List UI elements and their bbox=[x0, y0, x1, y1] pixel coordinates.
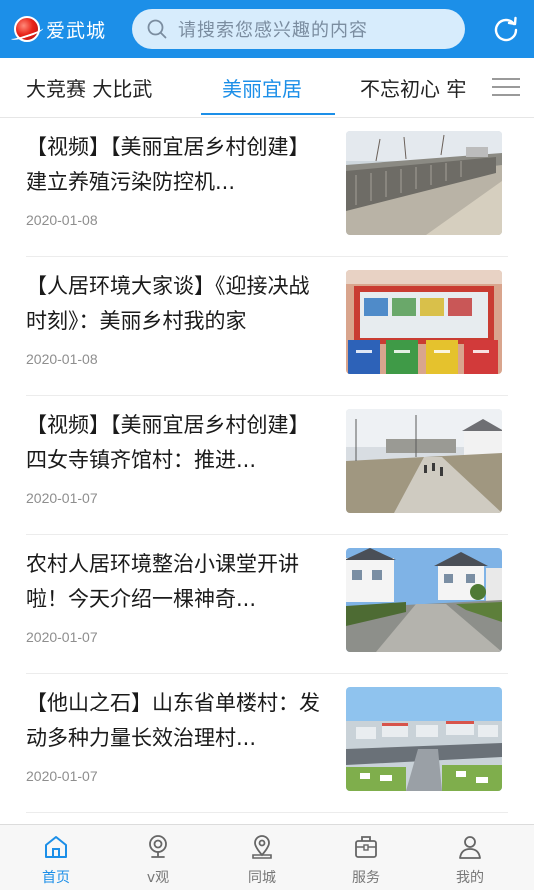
search-input[interactable]: 请搜索您感兴趣的内容 bbox=[132, 9, 465, 49]
article-title: 【视频】【美丽宜居乡村创建】建立养殖污染防控机... bbox=[26, 135, 310, 194]
list-item[interactable]: 农村人居环境整治小课堂开讲啦！今天介绍一棵神奇... 2020-01-07 bbox=[26, 535, 508, 674]
menu-icon[interactable] bbox=[490, 76, 522, 98]
tab-original-aspiration[interactable]: 不忘初心 牢 bbox=[360, 73, 466, 102]
tab-beautiful-living[interactable]: 美丽宜居 bbox=[222, 73, 302, 102]
refresh-icon[interactable] bbox=[492, 15, 520, 43]
article-date: 2020-01-08 bbox=[26, 351, 98, 367]
channel-tabs: 大竞赛 大比武 美丽宜居 不忘初心 牢 bbox=[0, 58, 534, 118]
article-title: 【他山之石】山东省单楼村：发动多种力量长效治理村... bbox=[26, 691, 320, 750]
top-header: 爱武城 请搜索您感兴趣的内容 bbox=[0, 0, 534, 58]
article-list: 【视频】【美丽宜居乡村创建】建立养殖污染防控机... 2020-01-08 【人… bbox=[0, 118, 534, 813]
app-name: 爱武城 bbox=[46, 19, 107, 42]
article-date: 2020-01-07 bbox=[26, 629, 98, 645]
article-thumbnail bbox=[346, 548, 502, 652]
search-icon bbox=[147, 19, 167, 39]
list-item[interactable]: 【他山之石】山东省单楼村：发动多种力量长效治理村... 2020-01-07 bbox=[26, 674, 508, 813]
nav-vguan[interactable]: v观 bbox=[118, 825, 198, 890]
list-item[interactable]: 【人居环境大家谈】《迎接决战时刻》：美丽乡村我的家 2020-01-08 bbox=[26, 257, 508, 396]
list-item[interactable]: 【视频】【美丽宜居乡村创建】四女寺镇齐馆村：推进... 2020-01-07 bbox=[26, 396, 508, 535]
article-date: 2020-01-08 bbox=[26, 212, 98, 228]
article-thumbnail bbox=[346, 270, 502, 374]
article-date: 2020-01-07 bbox=[26, 768, 98, 784]
location-icon bbox=[252, 835, 272, 859]
home-icon bbox=[45, 836, 67, 858]
tab-competition[interactable]: 大竞赛 大比武 bbox=[26, 73, 152, 102]
list-item[interactable]: 【视频】【美丽宜居乡村创建】建立养殖污染防控机... 2020-01-08 bbox=[26, 118, 508, 257]
article-date: 2020-01-07 bbox=[26, 490, 98, 506]
user-icon bbox=[459, 836, 481, 859]
briefcase-icon bbox=[355, 836, 377, 858]
article-title: 农村人居环境整治小课堂开讲啦！今天介绍一棵神奇... bbox=[26, 552, 299, 611]
nav-vguan-label: v观 bbox=[146, 870, 170, 886]
nav-home[interactable]: 首页 bbox=[16, 825, 96, 890]
nav-local-label: 同城 bbox=[248, 870, 276, 886]
webcam-icon bbox=[149, 835, 167, 858]
article-thumbnail bbox=[346, 131, 502, 235]
article-title: 【视频】【美丽宜居乡村创建】四女寺镇齐馆村：推进... bbox=[26, 413, 310, 472]
bottom-nav: 首页 v观 同城 服务 我的 bbox=[0, 824, 534, 890]
article-thumbnail bbox=[346, 687, 502, 791]
nav-service-label: 服务 bbox=[352, 870, 380, 886]
nav-local[interactable]: 同城 bbox=[222, 825, 302, 890]
active-tab-indicator bbox=[201, 113, 335, 115]
search-placeholder: 请搜索您感兴趣的内容 bbox=[178, 20, 368, 41]
nav-service[interactable]: 服务 bbox=[326, 825, 406, 890]
article-title: 【人居环境大家谈】《迎接决战时刻》：美丽乡村我的家 bbox=[26, 274, 310, 333]
nav-mine[interactable]: 我的 bbox=[430, 825, 510, 890]
article-thumbnail bbox=[346, 409, 502, 513]
nav-home-label: 首页 bbox=[42, 870, 70, 886]
nav-mine-label: 我的 bbox=[456, 870, 484, 886]
logo-globe-icon bbox=[14, 16, 40, 42]
app-logo[interactable]: 爱武城 bbox=[14, 14, 106, 44]
